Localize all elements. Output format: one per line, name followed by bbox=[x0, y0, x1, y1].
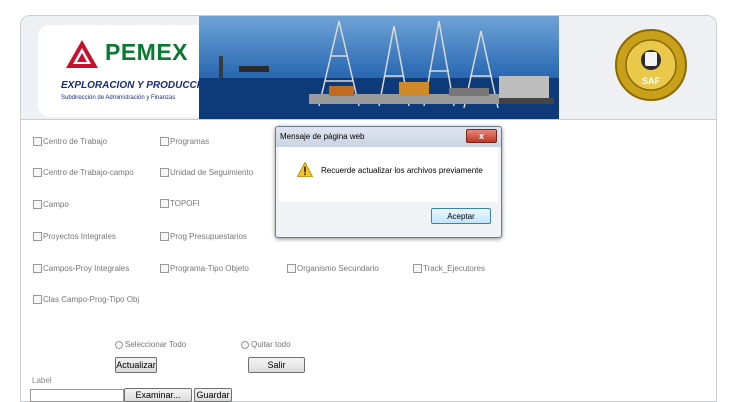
checkbox-centro-de-trabajo[interactable]: Centro de Trabajo bbox=[33, 137, 107, 146]
checkbox-box[interactable] bbox=[160, 264, 169, 273]
exit-button[interactable]: Salir bbox=[248, 357, 305, 373]
logo-panel: PEMEX EXPLORACION Y PRODUCCION Subdirecc… bbox=[38, 25, 218, 117]
checkbox-centro-de-trabajo-campo[interactable]: Centro de Trabajo-campo bbox=[33, 168, 134, 177]
checkbox-proyectos-integrales[interactable]: Proyectos Integrales bbox=[33, 232, 116, 241]
checkbox-label: Clas Campo-Prog-Tipo Obj bbox=[43, 295, 140, 304]
checkbox-box[interactable] bbox=[413, 264, 422, 273]
checkbox-label: Organismo Secundario bbox=[297, 264, 379, 273]
checkbox-campo[interactable]: Campo bbox=[33, 200, 69, 209]
checkbox-programas[interactable]: Programas bbox=[160, 137, 209, 146]
seal-label: SAF bbox=[642, 76, 661, 86]
checkbox-box[interactable] bbox=[160, 137, 169, 146]
dialog-titlebar: Mensaje de página web x bbox=[276, 127, 501, 147]
checkbox-label: Campos-Proy Integrales bbox=[43, 264, 130, 273]
pemex-logo-icon bbox=[66, 40, 98, 68]
accept-button[interactable]: Aceptar bbox=[431, 208, 491, 224]
saf-seal-icon: SAF bbox=[615, 29, 687, 101]
dialog-message: Recuerde actualizar los archivos previam… bbox=[321, 166, 483, 175]
select-all-label: Seleccionar Todo bbox=[125, 340, 187, 349]
checkbox-box[interactable] bbox=[160, 168, 169, 177]
checkbox-box[interactable] bbox=[33, 264, 42, 273]
checkbox-box[interactable] bbox=[33, 295, 42, 304]
checkbox-track-ejecutores[interactable]: Track_Ejecutores bbox=[413, 264, 485, 273]
file-label: Label bbox=[32, 376, 52, 385]
checkbox-label: TOPOFI bbox=[170, 199, 200, 208]
warning-icon bbox=[297, 162, 313, 177]
checkbox-topofi[interactable]: TOPOFI bbox=[160, 199, 200, 208]
header-banner: PEMEX EXPLORACION Y PRODUCCION Subdirecc… bbox=[21, 16, 716, 119]
checkbox-box[interactable] bbox=[287, 264, 296, 273]
dialog-body: Recuerde actualizar los archivos previam… bbox=[279, 147, 498, 202]
close-icon[interactable]: x bbox=[466, 129, 497, 143]
checkbox-label: Prog Presupuestarios bbox=[170, 232, 247, 241]
checkbox-box[interactable] bbox=[33, 200, 42, 209]
select-all-radio[interactable]: Seleccionar Todo bbox=[115, 340, 186, 349]
checkbox-label: Centro de Trabajo bbox=[43, 137, 108, 146]
checkbox-label: Unidad de Seguimiento bbox=[170, 168, 254, 177]
file-path-input[interactable] bbox=[30, 389, 124, 402]
brand-name: PEMEX bbox=[105, 39, 189, 65]
subdivision-name: Subdirección de Administración y Finanza… bbox=[61, 95, 176, 101]
checkbox-box[interactable] bbox=[33, 168, 42, 177]
checkbox-label: Centro de Trabajo-campo bbox=[43, 168, 134, 177]
checkbox-box[interactable] bbox=[160, 232, 169, 241]
radio-dot[interactable] bbox=[241, 340, 249, 349]
checkbox-label: Proyectos Integrales bbox=[43, 232, 116, 241]
checkbox-unidad-de-seguimiento[interactable]: Unidad de Seguimiento bbox=[160, 168, 253, 177]
checkbox-label: Campo bbox=[43, 200, 69, 209]
checkbox-prog-presupuestarios[interactable]: Prog Presupuestarios bbox=[160, 232, 247, 241]
radio-dot[interactable] bbox=[115, 340, 123, 349]
division-name: EXPLORACION Y PRODUCCION bbox=[61, 80, 215, 91]
checkbox-programa-tipo-objeto[interactable]: Programa-Tipo Objeto bbox=[160, 264, 249, 273]
checkbox-label: Track_Ejecutores bbox=[423, 264, 485, 273]
clear-all-radio[interactable]: Quitar todo bbox=[241, 340, 291, 349]
checkbox-organismo-secundario[interactable]: Organismo Secundario bbox=[287, 264, 379, 273]
checkbox-campos-proy-integrales[interactable]: Campos-Proy Integrales bbox=[33, 264, 129, 273]
clear-all-label: Quitar todo bbox=[251, 340, 291, 349]
update-button[interactable]: Actualizar bbox=[115, 357, 157, 373]
checkbox-box[interactable] bbox=[33, 137, 42, 146]
checkbox-label: Programa-Tipo Objeto bbox=[170, 264, 249, 273]
checkbox-clas-campo-prog-tipo-obj[interactable]: Clas Campo-Prog-Tipo Obj bbox=[33, 295, 139, 304]
dialog-title: Mensaje de página web bbox=[280, 132, 365, 141]
alert-dialog: Mensaje de página web x Recuerde actuali… bbox=[275, 126, 502, 238]
checkbox-box[interactable] bbox=[33, 232, 42, 241]
checkbox-box[interactable] bbox=[160, 199, 169, 208]
oil-rig-image bbox=[199, 16, 559, 119]
checkbox-label: Programas bbox=[170, 137, 210, 146]
